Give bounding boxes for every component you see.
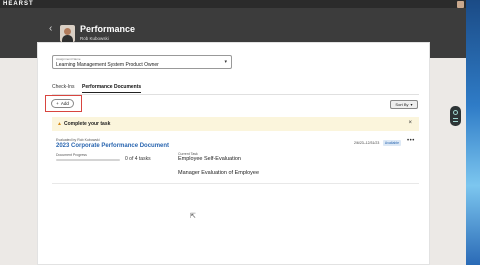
home-icon[interactable] bbox=[428, 1, 434, 14]
avatar bbox=[60, 25, 75, 42]
top-navigation-bar: HEARST bbox=[0, 0, 466, 14]
document-title-link[interactable]: 2023 Corporate Performance Document bbox=[56, 143, 169, 149]
close-icon[interactable]: × bbox=[408, 120, 412, 126]
brand-logo: HEARST bbox=[3, 1, 34, 7]
add-button[interactable]: + Add bbox=[51, 99, 74, 108]
sort-by-label: Sort By bbox=[395, 102, 409, 107]
plus-icon: + bbox=[56, 101, 59, 106]
assignment-select[interactable]: Assignment Name Learning Management Syst… bbox=[52, 55, 232, 69]
warning-icon: ▲ bbox=[57, 121, 62, 127]
page-title: Performance bbox=[80, 24, 136, 34]
document-date: 2/6/23–12/31/23 bbox=[354, 141, 380, 145]
tab-divider bbox=[52, 94, 419, 95]
row-divider bbox=[52, 183, 419, 184]
notifications-icon[interactable] bbox=[439, 1, 445, 13]
add-button-label: Add bbox=[60, 101, 69, 106]
main-card: Assignment Name Learning Management Syst… bbox=[37, 42, 430, 265]
mouse-cursor-icon: ⇱ bbox=[190, 213, 196, 220]
status-badge: Available bbox=[383, 140, 401, 146]
tab-check-ins[interactable]: Check-Ins bbox=[52, 84, 75, 90]
progress-label: Document Progress bbox=[56, 153, 87, 157]
user-avatar-icon[interactable] bbox=[457, 1, 464, 8]
caret-down-icon: ▾ bbox=[224, 59, 227, 65]
assistant-widget[interactable] bbox=[450, 106, 461, 126]
banner-text: Complete your task bbox=[64, 121, 111, 127]
assignment-select-label: Assignment Name bbox=[56, 57, 81, 61]
chevron-down-icon: ▾ bbox=[410, 102, 413, 107]
more-options-icon[interactable]: ••• bbox=[407, 138, 415, 144]
next-task: Manager Evaluation of Employee bbox=[178, 170, 260, 176]
desktop-wallpaper bbox=[466, 0, 480, 265]
app-window: HEARST ‹ Performance Rob Kubowski Assign… bbox=[0, 0, 466, 265]
evaluated-by-label: Evaluated by Rob Kubowski bbox=[56, 138, 100, 142]
sort-by-button[interactable]: Sort By ▾ bbox=[390, 100, 418, 109]
tab-performance-documents[interactable]: Performance Documents bbox=[82, 84, 142, 93]
person-name: Rob Kubowski bbox=[80, 36, 109, 41]
progress-bar bbox=[56, 159, 120, 161]
back-arrow-icon[interactable]: ‹ bbox=[49, 24, 52, 34]
task-banner: ▲ Complete your task × bbox=[52, 117, 419, 131]
progress-text: 0 of 4 tasks bbox=[125, 156, 151, 162]
assignment-select-value: Learning Management System Product Owner bbox=[56, 62, 159, 68]
current-task: Employee Self-Evaluation bbox=[178, 156, 241, 162]
